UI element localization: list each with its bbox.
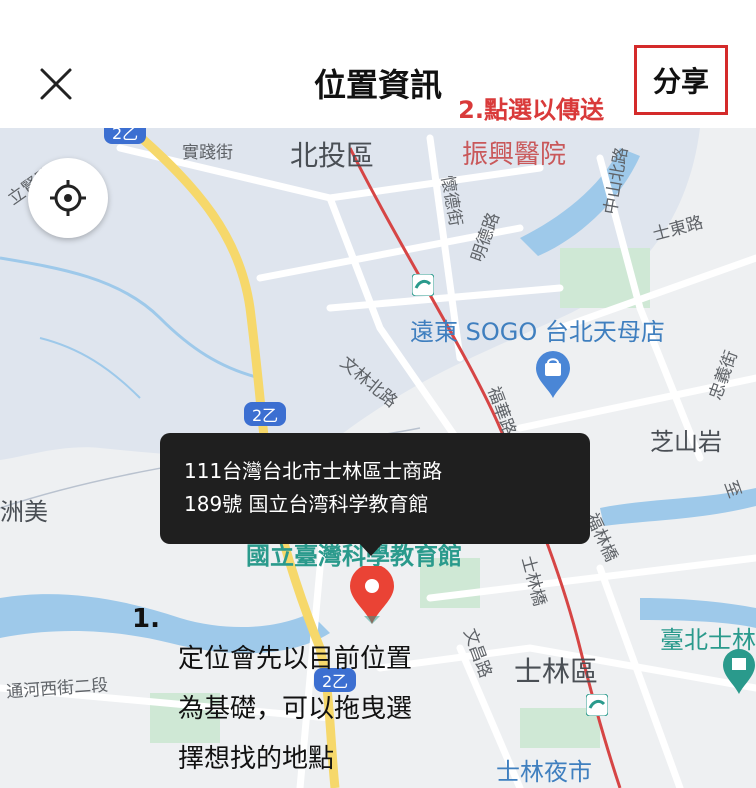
share-hint-annotation: 2.點選以傳送 bbox=[458, 96, 604, 124]
street-label: 實踐街 bbox=[182, 143, 233, 163]
map-pin-icon[interactable] bbox=[344, 566, 400, 626]
map-label-zhishanyan: 芝山岩 bbox=[650, 428, 722, 456]
annotation-number: 1. bbox=[132, 604, 160, 634]
poi-market[interactable]: 士林夜市 bbox=[496, 752, 592, 787]
metro-icon bbox=[586, 694, 608, 716]
metro-icon bbox=[412, 274, 434, 296]
share-button[interactable]: 分享 bbox=[634, 45, 728, 115]
top-bar: 位置資訊 2.點選以傳送 分享 bbox=[0, 0, 756, 128]
poi-hospital[interactable]: 振興醫院 bbox=[462, 134, 566, 171]
locate-button[interactable] bbox=[28, 158, 108, 238]
annotation-line-3: 擇想找的地點 bbox=[178, 744, 335, 774]
annotation-line-1: 定位會先以目前位置 bbox=[178, 644, 413, 674]
poi-mall[interactable]: 遠東 SOGO 台北天母店 bbox=[410, 312, 665, 347]
address-line-1: 111台灣台北市士林區士商路 bbox=[184, 459, 443, 483]
shopping-bag-icon[interactable] bbox=[534, 350, 572, 400]
map-label-zhoumei: 洲美 bbox=[0, 498, 48, 526]
annotation-text: 定位會先以目前位置 為基礎，可以拖曳選 擇想找的地點 bbox=[178, 634, 468, 784]
map-label-beitou: 北投區 bbox=[290, 139, 375, 172]
map-label-shilin: 士林區 bbox=[514, 655, 599, 688]
location-screen: 位置資訊 2.點選以傳送 分享 北投區 士林區 芝山岩 洲美 實踐街 懷德街 明… bbox=[0, 0, 756, 788]
annotation-line-2: 為基礎，可以拖曳選 bbox=[178, 694, 413, 724]
address-tooltip[interactable]: 111台灣台北市士林區士商路 189號 国立台湾科学教育館 bbox=[160, 433, 590, 544]
crosshair-icon bbox=[50, 180, 86, 216]
route-badge: 2乙 bbox=[104, 128, 147, 144]
route-badge: 2乙 bbox=[244, 402, 287, 426]
address-line-2: 189號 国立台湾科学教育館 bbox=[184, 492, 429, 516]
attraction-icon[interactable] bbox=[722, 648, 756, 696]
tooltip-arrow bbox=[358, 542, 384, 556]
